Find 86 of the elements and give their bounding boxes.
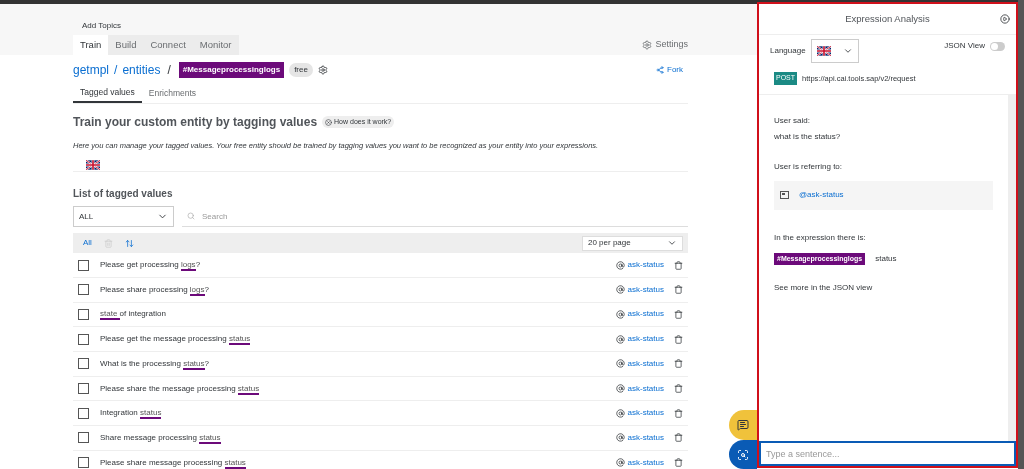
intent-link[interactable]: ask-status [627, 382, 664, 395]
json-view-label: JSON View [944, 40, 985, 52]
nav-tab[interactable]: Monitor [192, 35, 239, 55]
flag-icon [816, 46, 831, 56]
expression-text: Please share message processing status [100, 456, 246, 469]
subtab[interactable]: Enrichments [141, 84, 204, 103]
row-checkbox[interactable] [78, 308, 89, 320]
share-icon [656, 66, 664, 74]
chevron-icon [842, 46, 853, 56]
row-checkbox[interactable] [78, 284, 89, 296]
settings-icon[interactable] [317, 65, 328, 75]
intent-link[interactable]: ask-status [627, 431, 664, 444]
expression-text: Share message processing status [100, 431, 221, 444]
row-checkbox[interactable] [78, 383, 89, 395]
delete-icon[interactable] [674, 334, 683, 344]
see-more-text: See more in the JSON view [774, 282, 874, 294]
row-checkbox[interactable] [78, 457, 89, 469]
intent-link[interactable]: ask-status [627, 357, 664, 370]
delete-icon[interactable] [674, 384, 683, 394]
row-checkbox[interactable] [78, 333, 89, 345]
delete-icon[interactable] [674, 458, 683, 468]
language-dropdown[interactable] [810, 39, 859, 63]
expression-text: Integration status [100, 407, 162, 420]
nav-tab[interactable]: Connect [143, 35, 193, 55]
settings-icon [642, 40, 653, 50]
language-label: Language [770, 45, 806, 57]
help-icon [325, 118, 333, 126]
fork-button[interactable]: Fork [656, 64, 683, 76]
language-tab[interactable] [84, 158, 102, 172]
sort-icon[interactable] [124, 238, 134, 248]
delete-icon[interactable] [674, 260, 683, 270]
free-badge: free [289, 63, 313, 77]
breadcrumb-separator: / [114, 62, 118, 79]
delete-icon[interactable] [674, 285, 683, 295]
intent-link[interactable]: ask-status [627, 407, 664, 420]
intent-link[interactable]: ask-status [627, 283, 664, 296]
panel-title: Expression Analysis [845, 11, 930, 26]
expression-text: state of integration [100, 308, 166, 321]
row-checkbox[interactable] [78, 407, 89, 419]
select-all-button[interactable]: All [83, 237, 92, 250]
entities-link[interactable]: entities [122, 61, 161, 79]
json-view-toggle[interactable] [990, 41, 1005, 51]
nav-tab[interactable]: Build [108, 35, 144, 55]
expression-text: Please share the message processing status [100, 382, 260, 395]
flag-icon [86, 159, 100, 170]
expression-text: Please share processing logs? [100, 283, 209, 296]
nav-tab[interactable]: Train [73, 35, 109, 55]
intent-link[interactable]: ask-status [627, 333, 664, 346]
chat-icon [737, 419, 749, 431]
row-checkbox[interactable] [78, 432, 89, 444]
delete-icon[interactable] [674, 359, 683, 369]
row-checkbox[interactable] [78, 259, 89, 271]
chat-bubble-button[interactable] [729, 410, 757, 440]
intent-link[interactable]: ask-status [627, 456, 664, 469]
settings-button[interactable]: Settings [642, 38, 688, 52]
expression-text: Please get processing logs? [100, 259, 201, 272]
referring-label: User is referring to: [774, 160, 844, 173]
list-title: List of tagged values [73, 187, 174, 202]
breadcrumb-separator: / [167, 62, 171, 79]
sentence-input[interactable]: Type a sentence... [759, 441, 1016, 466]
subtab[interactable]: Tagged values [73, 84, 142, 103]
entity-tag: #Messageprocessinglogs [178, 62, 285, 78]
play-icon[interactable] [1000, 14, 1010, 24]
intent-link[interactable]: ask-status [627, 259, 664, 272]
intent-link[interactable]: @ask-status [799, 189, 844, 201]
analyze-button[interactable] [729, 440, 757, 469]
entity-value: status [875, 252, 897, 265]
user-said-label: User said: [774, 114, 811, 127]
delete-icon[interactable] [674, 408, 683, 418]
expression-label: In the expression there is: [774, 231, 867, 244]
search-field[interactable]: Search [202, 205, 683, 227]
per-page-dropdown[interactable]: 20 per page [582, 235, 683, 251]
search-icon [187, 212, 195, 221]
user-said-text: what is the status? [774, 130, 842, 143]
row-checkbox[interactable] [78, 358, 89, 370]
add-topics-link[interactable]: Add Topics [82, 20, 121, 32]
intent-link[interactable]: ask-status [627, 308, 664, 321]
expression-text: Please get the message processing status [100, 333, 251, 346]
delete-icon[interactable] [674, 433, 683, 443]
delete-icon[interactable] [674, 309, 683, 319]
magnifier-icon [737, 448, 749, 461]
expression-text: What is the processing status? [100, 357, 209, 370]
section-heading: Train your custom entity by tagging values [73, 114, 318, 131]
intent-icon [780, 191, 789, 199]
bot-link[interactable]: getmpl [73, 61, 110, 79]
filter-dropdown[interactable]: ALL [73, 206, 174, 228]
